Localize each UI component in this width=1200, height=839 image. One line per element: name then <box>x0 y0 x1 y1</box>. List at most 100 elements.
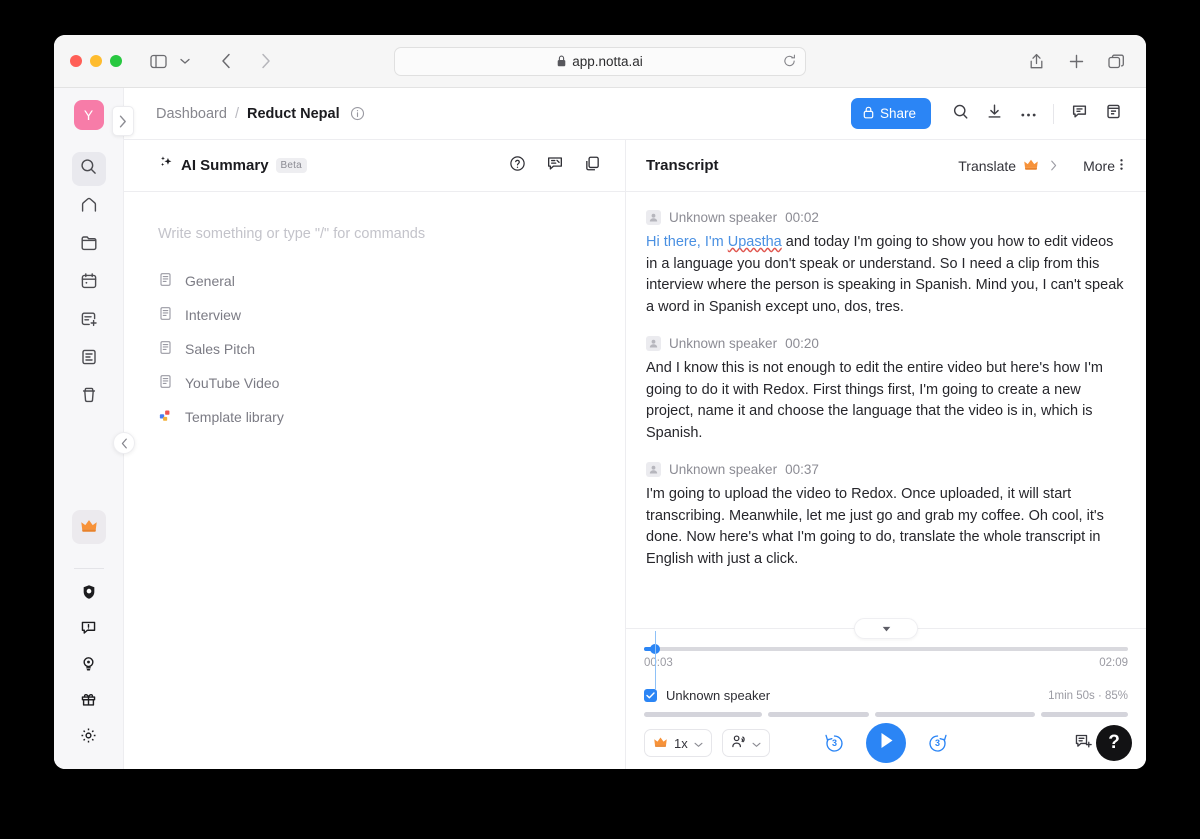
segment-text[interactable]: And I know this is not enough to edit th… <box>646 358 1124 444</box>
progress-track[interactable] <box>644 644 1128 654</box>
calendar-icon <box>80 272 98 295</box>
tab-overview-icon[interactable] <box>1102 48 1130 74</box>
timeline[interactable]: 00:03 02:09 Unknown speaker 1min 50s · 8… <box>644 629 1128 717</box>
app-topbar: Dashboard / Reduct Nepal Share <box>124 88 1146 140</box>
maximize-window-button[interactable] <box>110 55 122 67</box>
breadcrumb-separator: / <box>234 105 239 122</box>
sparkle-icon <box>158 155 174 176</box>
translate-button[interactable]: Translate <box>958 157 1057 174</box>
ai-summary-feedback-button[interactable] <box>546 155 564 177</box>
template-item-label: General <box>185 273 235 289</box>
template-item-youtube-video[interactable]: YouTube Video <box>158 366 591 400</box>
transcript-segment[interactable]: Unknown speaker 00:37 I'm going to uploa… <box>646 462 1124 570</box>
play-button[interactable] <box>866 723 906 763</box>
template-item-interview[interactable]: Interview <box>158 298 591 332</box>
topbar-comments-button[interactable] <box>1064 99 1094 129</box>
search-icon <box>952 103 969 125</box>
sidebar-item-calendar[interactable] <box>72 266 106 300</box>
sidebar-item-shield[interactable] <box>72 577 106 611</box>
ai-summary-copy-button[interactable] <box>584 155 601 177</box>
help-button[interactable]: ? <box>1096 725 1132 761</box>
transcript-segment[interactable]: Unknown speaker 00:02 Hi there, I'm Upas… <box>646 210 1124 318</box>
beta-badge: Beta <box>275 158 307 173</box>
question-mark-icon: ? <box>1108 732 1120 753</box>
segment-header: Unknown speaker 00:37 <box>646 462 1124 477</box>
segment-timestamp[interactable]: 00:20 <box>785 336 819 351</box>
summary-editor-placeholder[interactable]: Write something or type "/" for commands <box>158 226 591 242</box>
sidebar-item-home[interactable] <box>72 190 106 224</box>
home-icon <box>80 196 98 219</box>
topbar-search-button[interactable] <box>945 99 975 129</box>
template-item-general[interactable]: General <box>158 264 591 298</box>
speaker-filter-select[interactable] <box>721 729 770 757</box>
playback-speed-select[interactable]: 1x <box>644 729 712 757</box>
sidebar-item-feedback[interactable] <box>72 613 106 647</box>
sidebar-item-gift[interactable] <box>72 685 106 719</box>
sidebar-item-upgrade[interactable] <box>71 510 106 544</box>
document-icon <box>158 306 173 324</box>
lock-icon <box>557 55 566 67</box>
segment-body: I'm going to upload the video to Redox. … <box>646 486 1104 567</box>
plus-icon[interactable] <box>1062 48 1090 74</box>
sidebar-item-settings[interactable] <box>72 721 106 755</box>
speaker-name: Unknown speaker <box>669 336 778 351</box>
sidebar-item-schedule-add[interactable] <box>72 304 106 338</box>
topbar-download-button[interactable] <box>979 99 1009 129</box>
breadcrumb-dashboard-link[interactable]: Dashboard <box>156 106 227 122</box>
forward-chevron-icon[interactable] <box>252 48 280 74</box>
notes-icon <box>80 348 98 371</box>
speaker-track-checkbox[interactable] <box>644 689 657 702</box>
sidebar-item-trash[interactable] <box>72 380 106 414</box>
folder-icon <box>80 234 98 257</box>
transcript-segment[interactable]: Unknown speaker 00:20 And I know this is… <box>646 336 1124 444</box>
minimize-window-button[interactable] <box>90 55 102 67</box>
sidebar-item-folder[interactable] <box>72 228 106 262</box>
avatar[interactable]: Y <box>73 100 104 130</box>
segment-timestamp[interactable]: 00:37 <box>785 462 819 477</box>
document-icon <box>158 340 173 358</box>
transcript-list[interactable]: Unknown speaker 00:02 Hi there, I'm Upas… <box>626 192 1146 628</box>
search-icon <box>80 158 97 180</box>
segment-text[interactable]: I'm going to upload the video to Redox. … <box>646 484 1124 570</box>
info-icon[interactable] <box>350 106 365 121</box>
close-window-button[interactable] <box>70 55 82 67</box>
address-bar[interactable]: app.notta.ai <box>394 46 806 76</box>
back-chevron-icon[interactable] <box>212 48 240 74</box>
reload-icon[interactable] <box>783 54 796 68</box>
template-item-sales-pitch[interactable]: Sales Pitch <box>158 332 591 366</box>
ai-summary-help-button[interactable] <box>509 155 526 177</box>
speaker-name: Unknown speaker <box>669 210 778 225</box>
transcript-more-button[interactable]: More <box>1083 156 1124 176</box>
share-upload-icon[interactable] <box>1022 48 1050 74</box>
download-icon <box>986 103 1003 125</box>
add-comment-icon <box>1074 734 1092 754</box>
sidebar-toggle-icon[interactable] <box>144 48 172 74</box>
collapse-panel-button[interactable] <box>113 432 135 454</box>
lightbulb-icon <box>80 655 97 677</box>
topbar-notes-button[interactable] <box>1098 99 1128 129</box>
forward-3s-button[interactable]: 3 <box>926 732 949 755</box>
rewind-3s-button[interactable]: 3 <box>823 732 846 755</box>
topbar-more-button[interactable] <box>1013 99 1043 129</box>
sidebar-item-notes[interactable] <box>72 342 106 376</box>
forward-amount-label: 3 <box>934 738 940 748</box>
sidebar-chevron-down-icon[interactable] <box>176 48 194 74</box>
speaker-track-label: Unknown speaker <box>666 688 771 703</box>
main-column: Dashboard / Reduct Nepal Share AI Summar… <box>113 88 1146 769</box>
sidebar-expand-button[interactable] <box>112 106 134 136</box>
segment-timestamp[interactable]: 00:02 <box>785 210 819 225</box>
ai-summary-title: AI Summary <box>181 157 269 174</box>
segment-header: Unknown speaker 00:02 <box>646 210 1124 225</box>
player-controls: 1x 3 3 <box>644 717 1128 769</box>
speaker-avatar-icon <box>646 210 661 225</box>
sidebar-item-search[interactable] <box>71 152 106 186</box>
add-comment-button[interactable] <box>1074 732 1092 755</box>
template-item-label: Template library <box>185 409 284 425</box>
segment-text[interactable]: Hi there, I'm Upastha and today I'm goin… <box>646 232 1124 318</box>
total-time: 02:09 <box>1099 657 1128 669</box>
comment-edit-icon <box>546 156 564 176</box>
share-button[interactable]: Share <box>850 98 931 129</box>
sidebar-item-whats-new[interactable] <box>72 649 106 683</box>
template-item-template-library[interactable]: Template library <box>158 400 591 434</box>
rail-divider <box>73 568 104 569</box>
